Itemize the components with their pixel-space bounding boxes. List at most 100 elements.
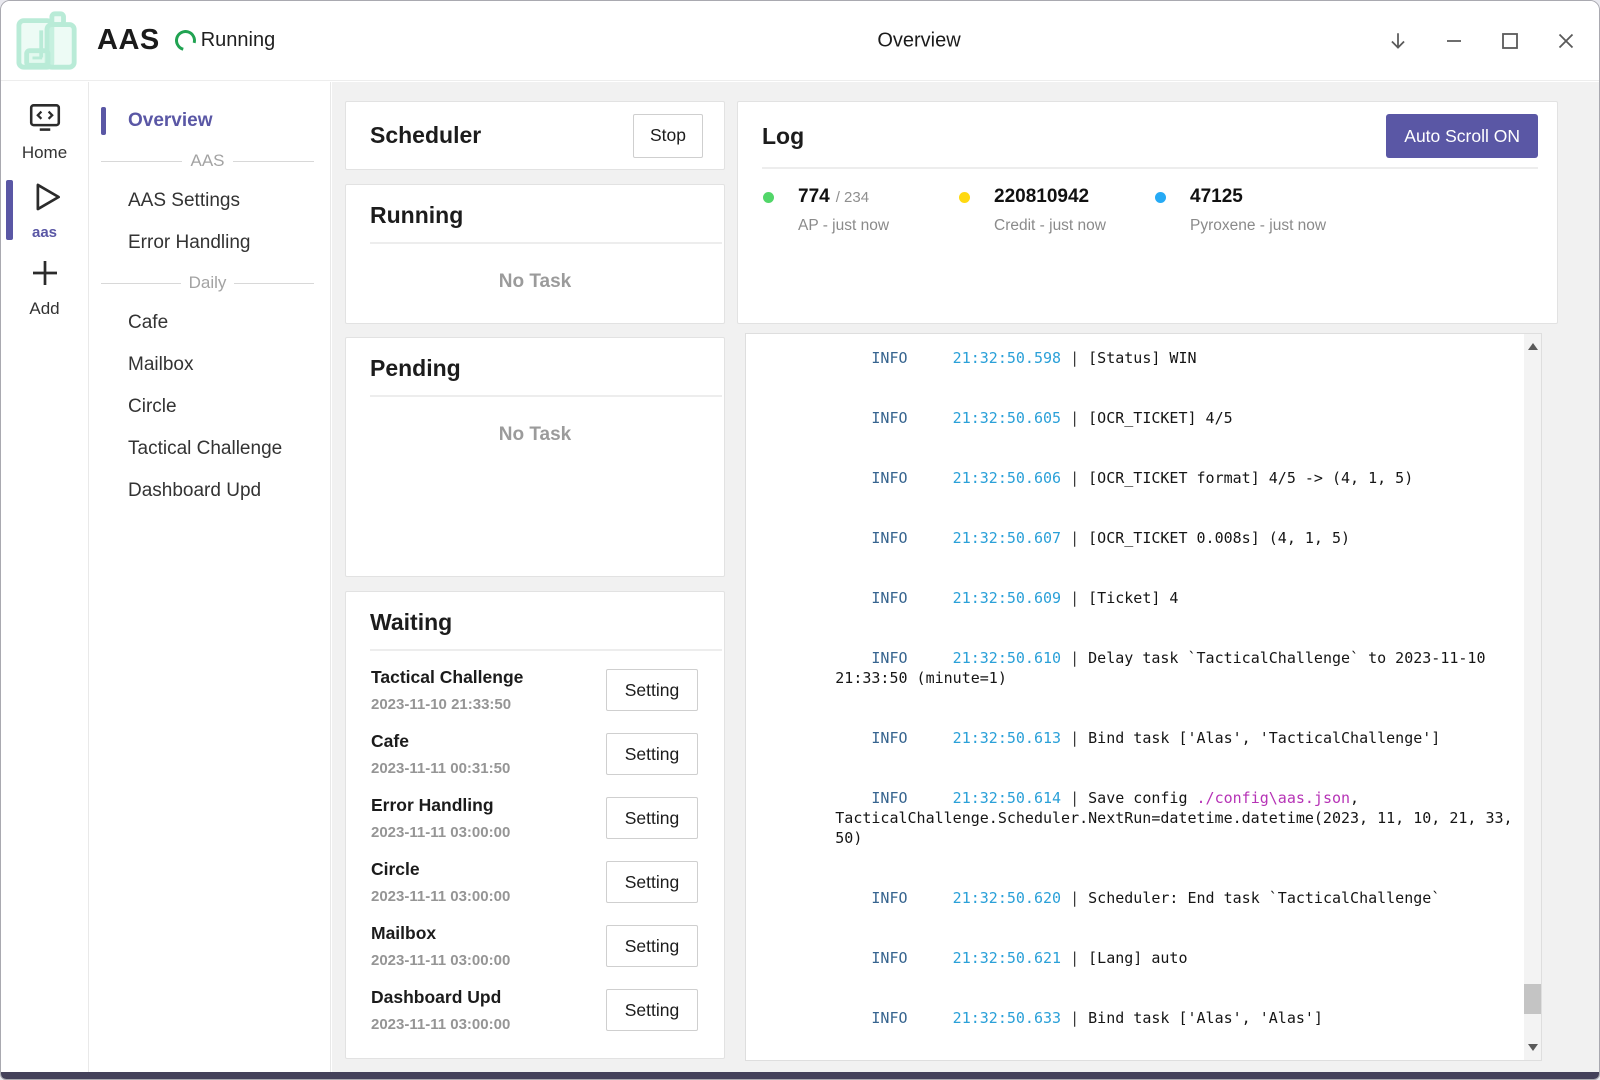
nav-item-tactical-challenge[interactable]: Tactical Challenge — [90, 428, 330, 470]
nav-item-label: Error Handling — [128, 232, 251, 254]
rail-item-aas[interactable]: aas — [1, 170, 88, 248]
log-level: INFO — [871, 789, 952, 807]
download-icon[interactable] — [1385, 28, 1411, 54]
task-setting-button[interactable]: Setting — [606, 733, 698, 775]
log-message: [Lang] auto — [1088, 949, 1187, 967]
waiting-task-row: Dashboard Upd 2023-11-11 03:00:00 Settin… — [371, 987, 698, 1033]
log-line: INFO 21:32:50.609 | [Ticket] 4 — [754, 568, 1517, 628]
running-spinner-icon — [171, 26, 200, 55]
nav-item-overview[interactable]: Overview — [90, 100, 330, 142]
stat-value: 220810942 — [994, 186, 1089, 208]
nav-section-divider: AAS — [90, 142, 330, 180]
stat-label: Pyroxene - just now — [1190, 217, 1351, 235]
divider — [370, 395, 722, 397]
nav-item-aas-settings[interactable]: AAS Settings — [90, 180, 330, 222]
task-setting-button[interactable]: Setting — [606, 669, 698, 711]
log-level: INFO — [871, 889, 952, 907]
log-title: Log — [762, 123, 804, 150]
log-panel[interactable]: INFO 21:32:50.598 | [Status] WIN INFO 21… — [745, 333, 1542, 1061]
task-name: Mailbox — [371, 923, 510, 944]
stat-value: 47125 — [1190, 186, 1243, 208]
stop-button[interactable]: Stop — [633, 114, 703, 158]
log-line: INFO 21:32:50.605 | [OCR_TICKET] 4/5 — [754, 388, 1517, 448]
auto-scroll-button[interactable]: Auto Scroll ON — [1386, 114, 1538, 158]
scrollbar-thumb[interactable] — [1524, 984, 1541, 1014]
task-setting-button[interactable]: Setting — [606, 861, 698, 903]
task-name: Circle — [371, 859, 510, 880]
log-time: 21:32:50.614 — [953, 789, 1061, 807]
rail-item-home[interactable]: Home — [1, 92, 88, 170]
log-level: INFO — [871, 349, 952, 367]
log-time: 21:32:50.607 — [953, 529, 1061, 547]
task-setting-button[interactable]: Setting — [606, 925, 698, 967]
waiting-task-row: Error Handling 2023-11-11 03:00:00 Setti… — [371, 795, 698, 841]
task-next-run-time: 2023-11-11 03:00:00 — [371, 1016, 510, 1033]
running-card: Running No Task — [345, 184, 725, 324]
nav-item-cafe[interactable]: Cafe — [90, 302, 330, 344]
nav-item-error-handling[interactable]: Error Handling — [90, 222, 330, 264]
log-message: [Status] WIN — [1088, 349, 1196, 367]
window-bottom-edge — [1, 1072, 1599, 1079]
log-level: INFO — [871, 949, 952, 967]
rail-item-label: aas — [32, 224, 57, 241]
log-time: 21:32:50.613 — [953, 729, 1061, 747]
pending-empty-text: No Task — [346, 424, 724, 446]
task-setting-button[interactable]: Setting — [606, 797, 698, 839]
log-message: [OCR_TICKET] 4/5 — [1088, 409, 1233, 427]
log-time: 21:32:50.605 — [953, 409, 1061, 427]
nav-item-mailbox[interactable]: Mailbox — [90, 344, 330, 386]
log-time: 21:32:50.598 — [953, 349, 1061, 367]
log-level: INFO — [871, 529, 952, 547]
pending-title: Pending — [370, 355, 700, 382]
pending-card: Pending No Task — [345, 337, 725, 577]
plus-icon — [27, 255, 63, 296]
log-time: 21:32:50.621 — [953, 949, 1061, 967]
log-scrollbar[interactable] — [1524, 334, 1541, 1060]
task-name: Tactical Challenge — [371, 667, 523, 688]
log-level: INFO — [871, 469, 952, 487]
running-title: Running — [370, 202, 700, 229]
log-time: 21:32:50.609 — [953, 589, 1061, 607]
code-monitor-icon — [27, 99, 63, 140]
log-card: Log Auto Scroll ON 774 / 234 AP - just n… — [737, 101, 1558, 324]
resource-stat: 220810942 Credit - just now — [959, 186, 1155, 235]
scroll-down-icon[interactable] — [1528, 1044, 1538, 1051]
minimize-icon[interactable] — [1441, 28, 1467, 54]
resource-stats: 774 / 234 AP - just now 220810942 Credit… — [738, 169, 1557, 235]
log-level: INFO — [871, 729, 952, 747]
log-message: Bind task ['Alas', 'Alas'] — [1088, 1009, 1323, 1027]
close-icon[interactable] — [1553, 28, 1579, 54]
stat-value: 774 — [798, 186, 830, 208]
log-level: INFO — [871, 649, 952, 667]
nav-menu: Overview AAS AAS Settings Error Handling… — [90, 82, 331, 1072]
nav-item-circle[interactable]: Circle — [90, 386, 330, 428]
log-line: INFO 21:32:50.614 | Save config ./config… — [754, 768, 1517, 868]
task-name: Cafe — [371, 731, 510, 752]
nav-item-dashboard-upd[interactable]: Dashboard Upd — [90, 470, 330, 512]
log-level: INFO — [871, 589, 952, 607]
task-setting-button[interactable]: Setting — [606, 989, 698, 1031]
play-icon — [26, 178, 64, 221]
rail-item-add[interactable]: Add — [1, 248, 88, 326]
nav-item-label: Dashboard Upd — [128, 480, 261, 502]
scroll-up-icon[interactable] — [1528, 343, 1538, 350]
stat-dot-icon — [763, 192, 774, 203]
scheduler-title: Scheduler — [370, 122, 481, 149]
stat-suffix: / 234 — [836, 189, 869, 206]
page-title: Overview — [877, 29, 960, 52]
scheduler-status-text: Running — [201, 29, 276, 52]
log-message: [OCR_TICKET format] 4/5 -> (4, 1, 5) — [1088, 469, 1413, 487]
waiting-card: Waiting Tactical Challenge 2023-11-10 21… — [345, 591, 725, 1059]
main-content: Scheduler Stop Running No Task Pending N… — [332, 82, 1599, 1072]
nav-item-label: AAS Settings — [128, 190, 240, 212]
maximize-icon[interactable] — [1497, 28, 1523, 54]
log-lines: INFO 21:32:50.598 | [Status] WIN INFO 21… — [754, 333, 1524, 1050]
nav-item-label: Overview — [128, 110, 213, 132]
app-name: AAS — [97, 24, 160, 57]
stat-label: AP - just now — [798, 217, 959, 235]
log-message: [OCR_TICKET 0.008s] (4, 1, 5) — [1088, 529, 1350, 547]
log-line: INFO 21:32:50.620 | Scheduler: End task … — [754, 868, 1517, 928]
running-empty-text: No Task — [346, 271, 724, 293]
stat-dot-icon — [1155, 192, 1166, 203]
rail-item-label: Add — [29, 299, 59, 319]
